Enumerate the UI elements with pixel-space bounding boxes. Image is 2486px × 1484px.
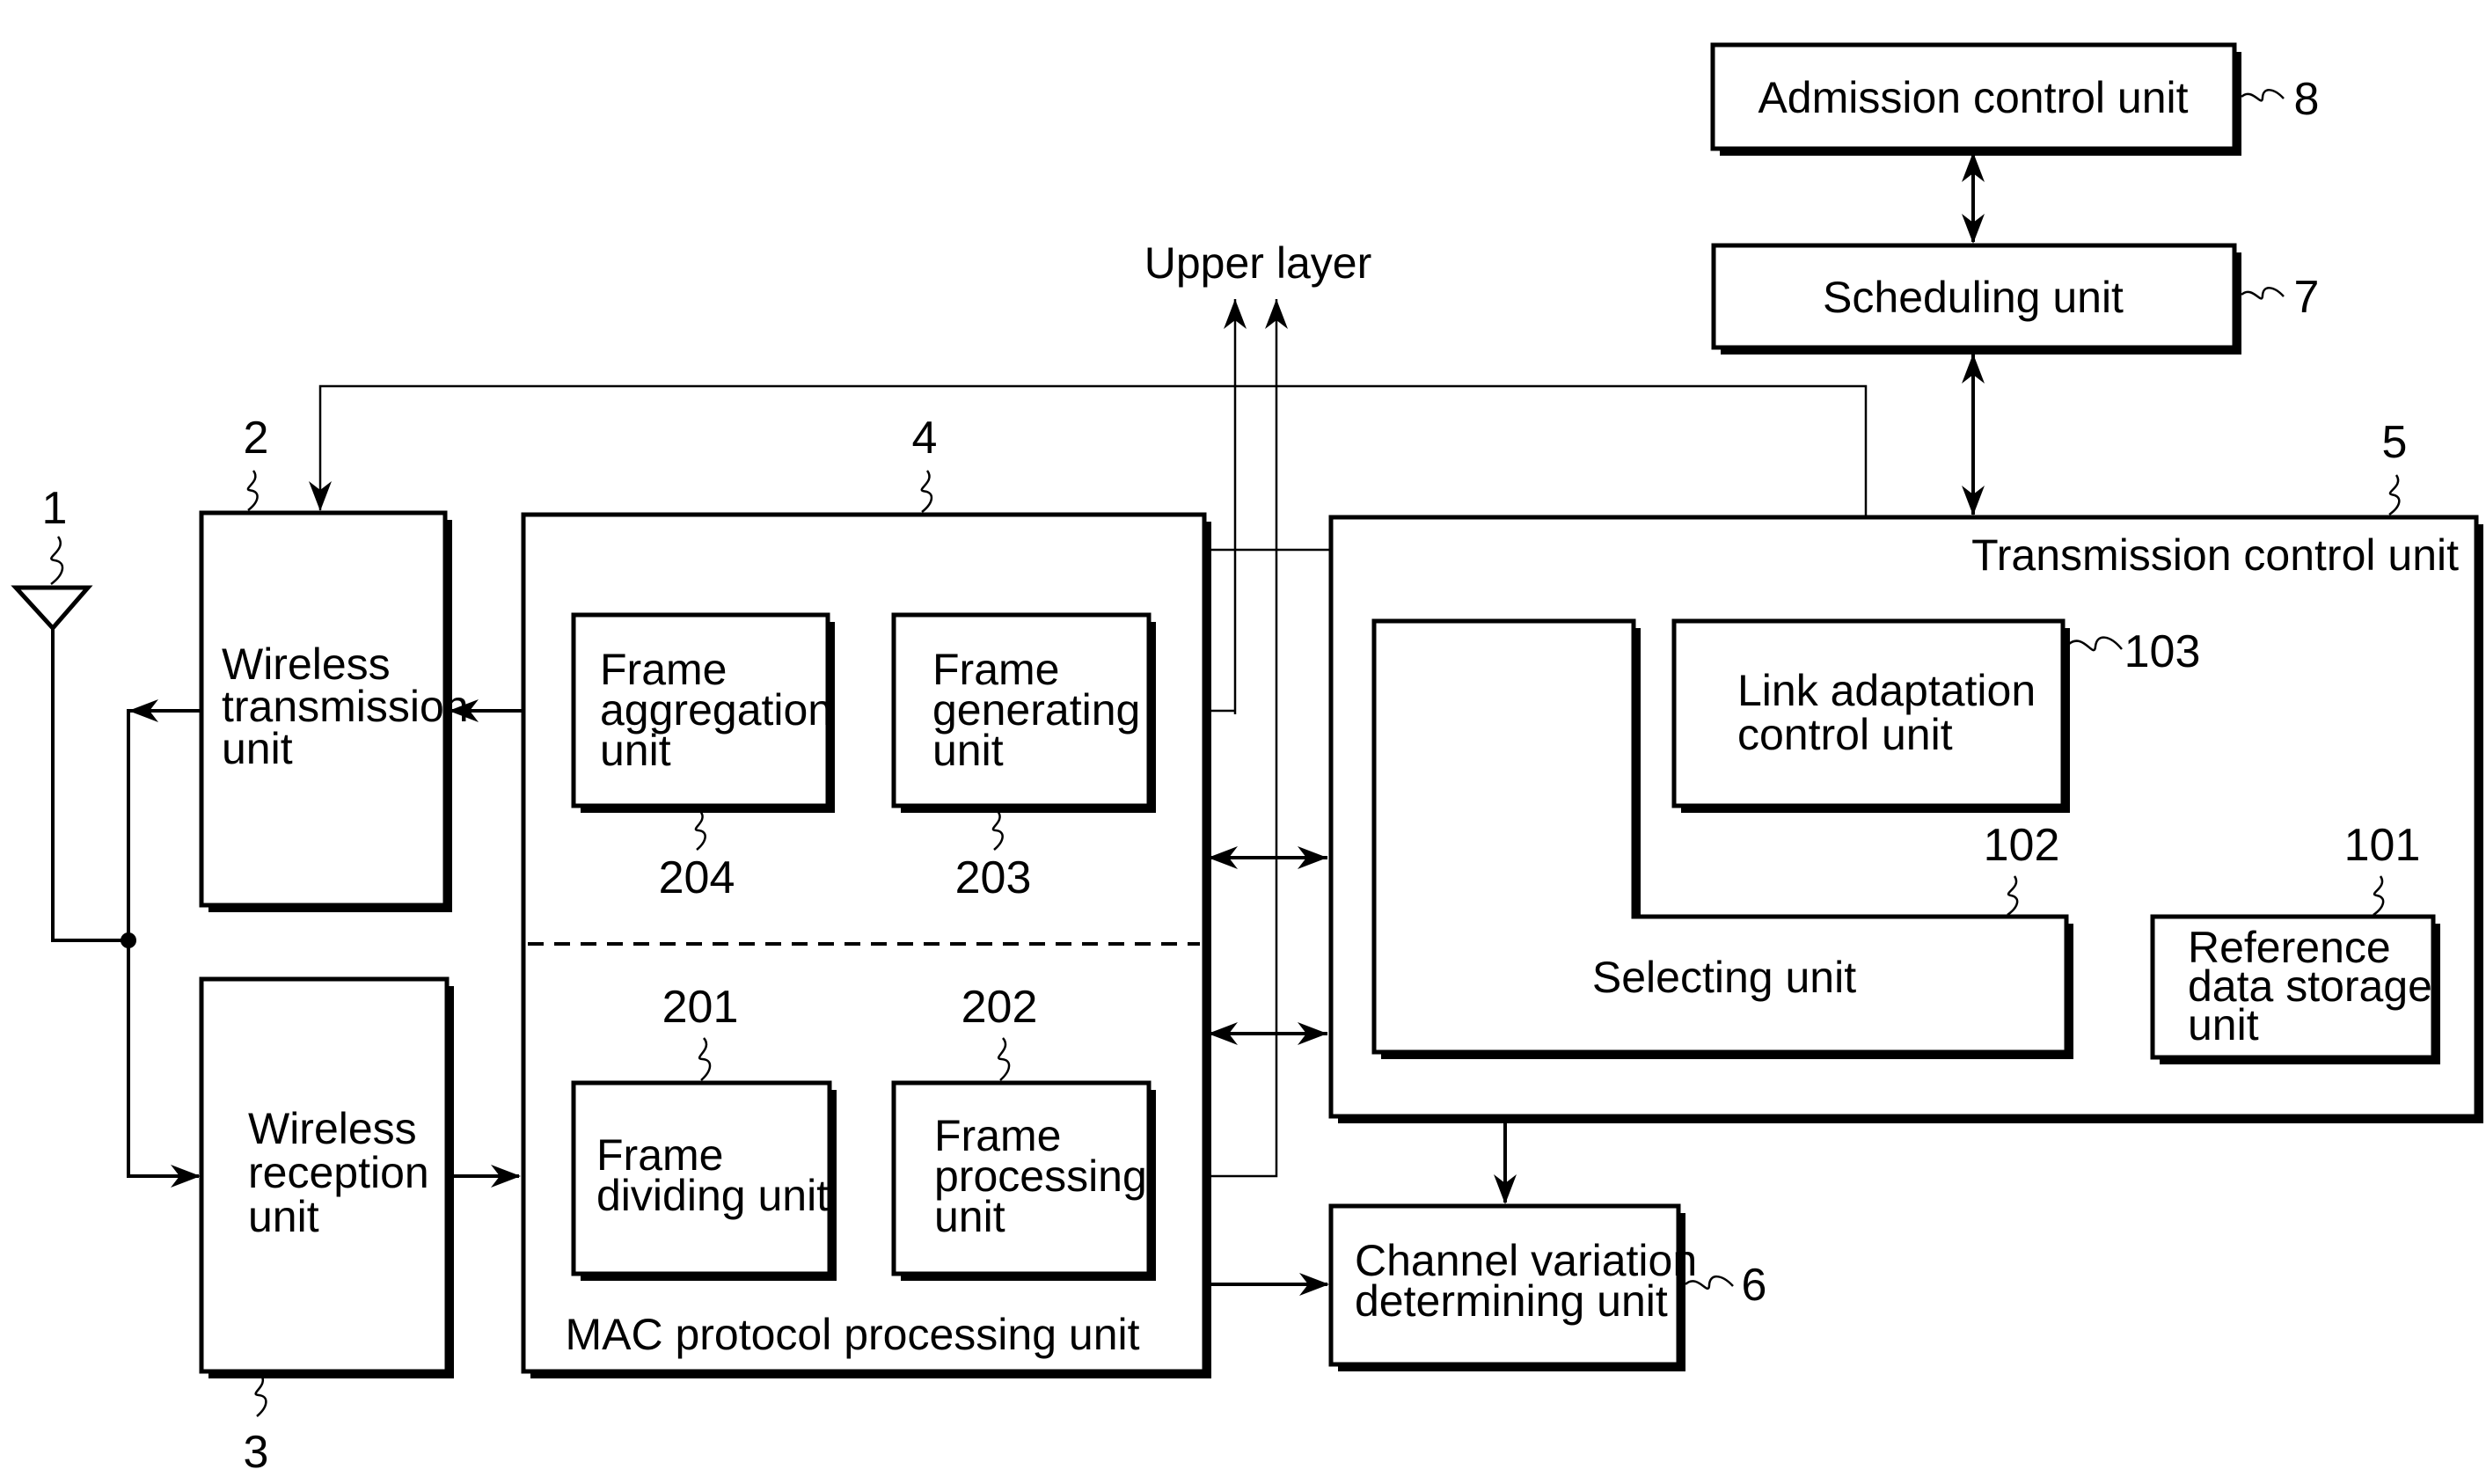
ref-202: 202 (961, 982, 1038, 1033)
ref-102: 102 (1984, 820, 2060, 871)
mac-protocol-label: MAC protocol processing unit (565, 1310, 1139, 1359)
frame-dividing-label-line: dividing unit (596, 1171, 829, 1220)
ref-5: 5 (2382, 417, 2408, 468)
ref-5-leader (2388, 474, 2401, 516)
reference-data-label-line: unit (2188, 1000, 2259, 1049)
frame-processing-label-line: unit (934, 1192, 1005, 1241)
block-diagram: Admission control unit 8 Scheduling unit 7 W… (11, 42, 2483, 1478)
antenna-icon (11, 585, 93, 632)
ref-6: 6 (1742, 1260, 1767, 1311)
wireless-reception-label-line: unit (248, 1192, 319, 1241)
ref-2: 2 (244, 413, 269, 464)
junction-dot (121, 932, 136, 948)
wireless-reception-label-line: reception (248, 1148, 429, 1197)
mac-protocol-label-line: MAC protocol processing unit (565, 1310, 1139, 1359)
ref-7-leader (2241, 287, 2285, 300)
channel-variation-label: Channel variation determining unit (1355, 1236, 1697, 1326)
upper-layer-label: Upper layer (1144, 238, 1371, 288)
ref-8-leader (2241, 89, 2285, 102)
ref-2-leader (246, 470, 259, 511)
ref-3-leader (254, 1373, 267, 1417)
scheduling-label: Scheduling unit (1823, 273, 2124, 322)
ref-103: 103 (2124, 626, 2201, 677)
ref-8: 8 (2294, 74, 2320, 125)
wireless-transmission-label-line: unit (222, 724, 293, 773)
ref-201: 201 (662, 982, 739, 1033)
wireless-reception-label-line: Wireless (248, 1104, 417, 1153)
antenna-feed (127, 709, 201, 1178)
antenna-line (51, 628, 128, 942)
ref-1: 1 (42, 483, 68, 534)
admission-control-label: Admission control unit (1758, 73, 2188, 122)
frame-generating-label-line: unit (932, 726, 1004, 775)
ref-204: 204 (659, 852, 735, 903)
link-adaptation-label-line: Link adaptation (1737, 666, 2036, 715)
ref-1-leader (50, 536, 64, 586)
transmission-control-label: Transmission control unit (1971, 530, 2459, 580)
scheduling-label-line: Scheduling unit (1823, 273, 2124, 322)
channel-variation-label-line: determining unit (1355, 1276, 1668, 1326)
ref-203: 203 (955, 852, 1032, 903)
ref-101: 101 (2344, 820, 2421, 871)
selecting-label-line: Selecting unit (1592, 953, 1856, 1002)
ref-4-leader (920, 470, 933, 513)
link-adaptation-label-line: control unit (1737, 710, 1953, 759)
ref-4: 4 (912, 413, 938, 464)
ref-3: 3 (244, 1427, 269, 1478)
ref-7: 7 (2294, 272, 2320, 323)
admission-control-label-line: Admission control unit (1758, 73, 2188, 122)
transmission-control-label-line: Transmission control unit (1971, 530, 2459, 580)
selecting-label: Selecting unit (1592, 953, 1856, 1002)
frame-aggregation-label-line: unit (600, 726, 671, 775)
